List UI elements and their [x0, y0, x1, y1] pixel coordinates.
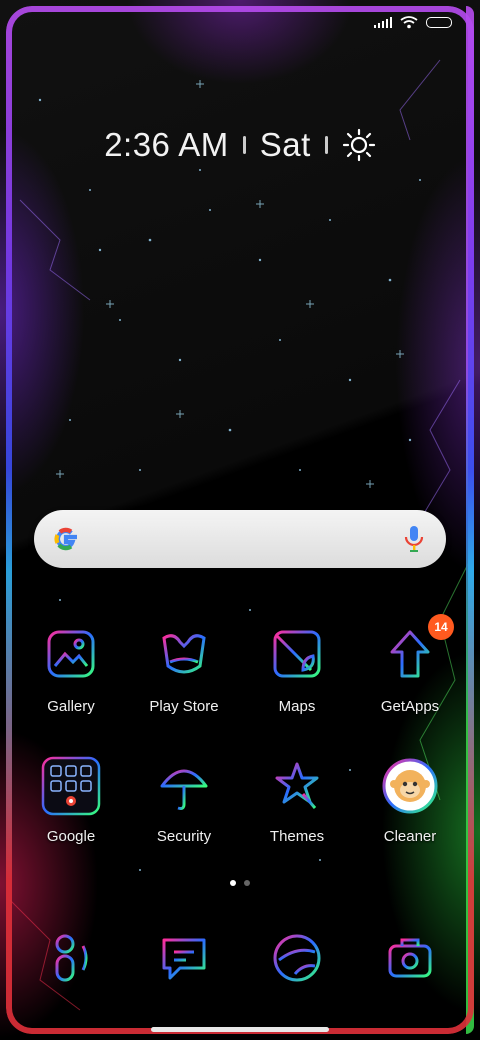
getapps-icon[interactable]: 14 — [380, 614, 454, 686]
app-google-folder[interactable]: Google — [21, 756, 121, 845]
signal-icon — [374, 16, 392, 28]
app-label: Google — [46, 828, 96, 845]
app-label: Themes — [269, 828, 325, 845]
page-dot[interactable] — [244, 880, 250, 886]
app-label: GetApps — [380, 698, 440, 715]
cleaner-icon[interactable] — [380, 756, 440, 816]
themes-icon[interactable] — [267, 756, 327, 816]
wifi-icon — [400, 16, 418, 29]
home-screen: 2:36 AM Sat Gallery Play Store Maps 14 G… — [0, 0, 480, 1040]
app-play-store[interactable]: Play Store — [134, 626, 234, 715]
status-bar — [374, 12, 452, 32]
home-gesture-bar[interactable] — [151, 1027, 329, 1032]
google-search-bar[interactable] — [34, 510, 446, 568]
app-getapps[interactable]: 14 GetApps — [360, 614, 460, 715]
messages-icon[interactable] — [156, 930, 212, 986]
app-label: Play Store — [149, 698, 219, 715]
phone-icon[interactable] — [43, 930, 99, 986]
app-label: Cleaner — [383, 828, 437, 845]
clock-time[interactable]: 2:36 AM — [104, 126, 229, 164]
app-label: Gallery — [47, 698, 95, 715]
play-store-icon[interactable] — [154, 626, 214, 686]
clock-widget[interactable]: 2:36 AM Sat — [0, 126, 480, 164]
browser-icon[interactable] — [269, 930, 325, 986]
camera-icon[interactable] — [382, 930, 438, 986]
google-folder-icon[interactable] — [41, 756, 101, 816]
battery-icon — [426, 16, 452, 28]
gallery-icon[interactable] — [41, 626, 101, 686]
page-indicator[interactable] — [0, 880, 480, 886]
sun-icon[interactable] — [342, 128, 376, 162]
security-icon[interactable] — [154, 756, 214, 816]
notification-badge: 14 — [428, 614, 454, 640]
app-maps[interactable]: Maps — [247, 626, 347, 715]
dock-messages[interactable] — [134, 930, 234, 986]
google-g-logo — [54, 527, 77, 551]
app-label: Security — [156, 828, 212, 845]
app-cleaner[interactable]: Cleaner — [360, 756, 460, 845]
dock-phone[interactable] — [21, 930, 121, 986]
clock-day[interactable]: Sat — [260, 126, 311, 164]
clock-separator — [324, 136, 328, 154]
maps-icon[interactable] — [267, 626, 327, 686]
microphone-icon[interactable] — [404, 525, 424, 553]
page-dot-active[interactable] — [230, 880, 236, 886]
app-label: Maps — [278, 698, 316, 715]
app-gallery[interactable]: Gallery — [21, 626, 121, 715]
app-themes[interactable]: Themes — [247, 756, 347, 845]
dock-browser[interactable] — [247, 930, 347, 986]
clock-separator — [242, 136, 246, 154]
dock-camera[interactable] — [360, 930, 460, 986]
app-security[interactable]: Security — [134, 756, 234, 845]
